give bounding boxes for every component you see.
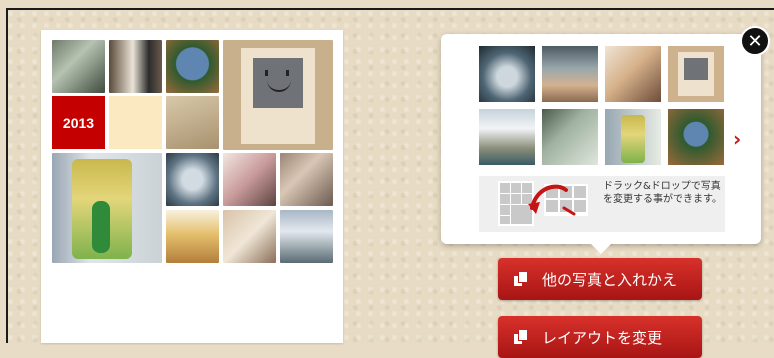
- photo-tile[interactable]: [109, 40, 162, 93]
- replace-photo-button[interactable]: 他の写真と入れかえ: [498, 258, 702, 300]
- popup-photo[interactable]: [605, 109, 661, 165]
- photo-tile[interactable]: [52, 40, 105, 93]
- photo-tile-large[interactable]: [52, 153, 162, 263]
- photo-tile[interactable]: [223, 210, 276, 263]
- photo-tile[interactable]: [280, 210, 333, 263]
- photo-tile[interactable]: [166, 40, 219, 93]
- swap-photo-icon: [514, 272, 528, 286]
- popup-photo[interactable]: [668, 109, 724, 165]
- photo-tile[interactable]: [166, 153, 219, 206]
- hint-text: ドラック&ドロップで写真を変更する事ができます。: [603, 181, 722, 205]
- frame-border-top: [6, 8, 774, 10]
- replace-photo-label: 他の写真と入れかえ: [542, 270, 678, 289]
- frame-border-left: [6, 8, 8, 343]
- empty-color-tile[interactable]: [109, 96, 162, 149]
- layout-change-icon: [514, 330, 528, 344]
- year-tile[interactable]: 2013: [52, 96, 105, 149]
- photo-tile[interactable]: [223, 153, 276, 206]
- popup-photo[interactable]: [668, 46, 724, 102]
- photo-tile[interactable]: [280, 153, 333, 206]
- popup-photo[interactable]: [542, 109, 598, 165]
- popup-photo[interactable]: [479, 109, 535, 165]
- change-layout-label: レイアウトを変更: [542, 328, 663, 347]
- change-layout-button[interactable]: レイアウトを変更: [498, 316, 702, 358]
- close-icon[interactable]: ✕: [740, 26, 770, 56]
- popup-photo[interactable]: [605, 46, 661, 102]
- photo-tile-large[interactable]: [223, 40, 333, 150]
- popup-photo[interactable]: [479, 46, 535, 102]
- photo-tile[interactable]: [166, 210, 219, 263]
- next-arrow-icon[interactable]: ›: [733, 127, 741, 151]
- app-canvas: 2013 ✕ › ドラック&ドロップで写真を変更する事ができます。 他の写真と入…: [0, 0, 774, 358]
- popup-photo[interactable]: [542, 46, 598, 102]
- photo-tile[interactable]: [166, 96, 219, 149]
- drag-arrow-icon: [528, 184, 576, 216]
